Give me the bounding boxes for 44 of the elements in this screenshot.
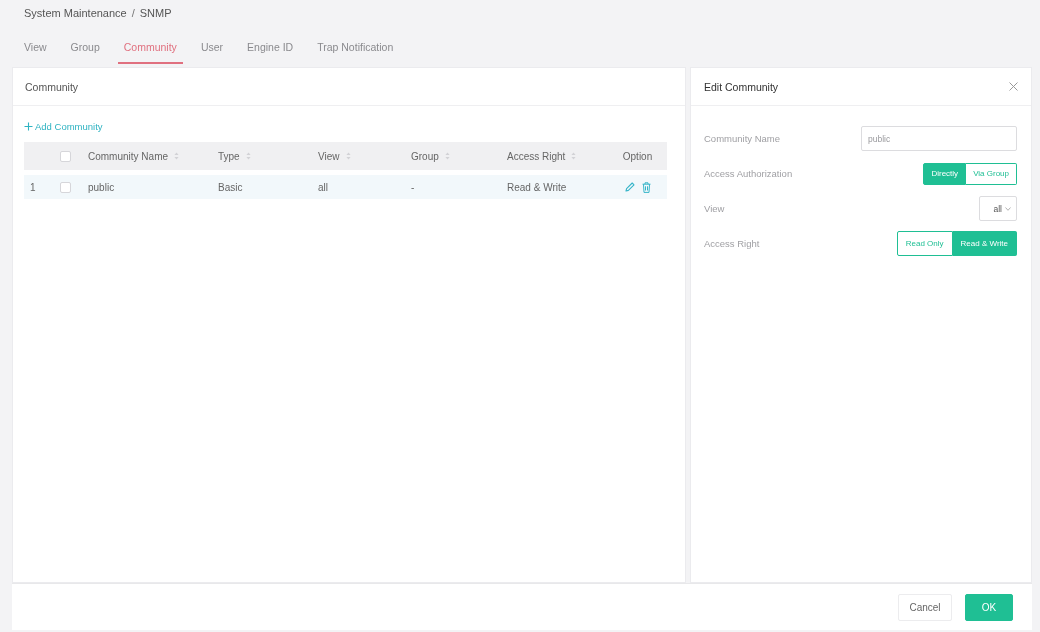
segment-option[interactable]: Directly <box>923 162 967 185</box>
column-header: Option <box>622 150 653 162</box>
breadcrumb-current: SNMP <box>139 6 172 20</box>
column-header[interactable]: View <box>318 150 340 162</box>
breadcrumb-separator: / <box>131 6 135 20</box>
field-label: View <box>704 203 725 214</box>
column-header[interactable]: Access Right <box>507 150 566 162</box>
segment-option[interactable]: Read Only <box>896 231 953 256</box>
tab[interactable]: Trap Notification <box>311 40 400 64</box>
tab[interactable]: Group <box>64 40 106 64</box>
segment-option[interactable]: Via Group <box>966 162 1017 185</box>
close-icon[interactable] <box>1009 82 1018 91</box>
column-header[interactable]: Group <box>411 150 439 162</box>
tab[interactable]: View <box>18 40 53 64</box>
row-checkbox[interactable] <box>60 181 71 193</box>
row-number: 1 <box>29 181 37 193</box>
table-cell: - <box>411 181 415 193</box>
table-cell: Read & Write <box>507 181 567 193</box>
column-header[interactable]: Community Name <box>88 150 169 162</box>
panel-title: Edit Community <box>704 80 779 93</box>
add-community-link[interactable]: Add Community <box>24 119 103 134</box>
tab[interactable]: Community <box>117 40 183 64</box>
table-cell: Basic <box>218 181 243 193</box>
plus-icon <box>24 122 33 131</box>
ok-button[interactable]: OK <box>965 593 1013 621</box>
breadcrumb-link[interactable]: System Maintenance <box>24 6 127 20</box>
community-name-field[interactable]: public <box>861 126 1017 151</box>
chevron-down-icon <box>1005 206 1011 211</box>
tab[interactable]: User <box>194 40 230 64</box>
table-row[interactable]: 1 public Basic all - Read & Write <box>24 175 667 199</box>
segment-option[interactable]: Read & Write <box>952 231 1017 256</box>
column-header[interactable]: Type <box>218 150 240 162</box>
field-label: Community Name <box>704 133 781 144</box>
view-select[interactable]: all <box>979 196 1017 221</box>
cancel-button[interactable]: Cancel <box>898 593 952 621</box>
table-cell: all <box>318 181 328 193</box>
tab[interactable]: Engine ID <box>241 40 300 64</box>
field-label: Access Right <box>704 238 760 249</box>
field-label: Access Authorization <box>704 168 793 179</box>
trash-icon[interactable] <box>641 181 651 193</box>
table-cell: public <box>88 181 115 193</box>
pencil-icon[interactable] <box>624 182 635 192</box>
panel-title: Community <box>25 80 79 93</box>
select-all-checkbox[interactable] <box>60 150 71 162</box>
